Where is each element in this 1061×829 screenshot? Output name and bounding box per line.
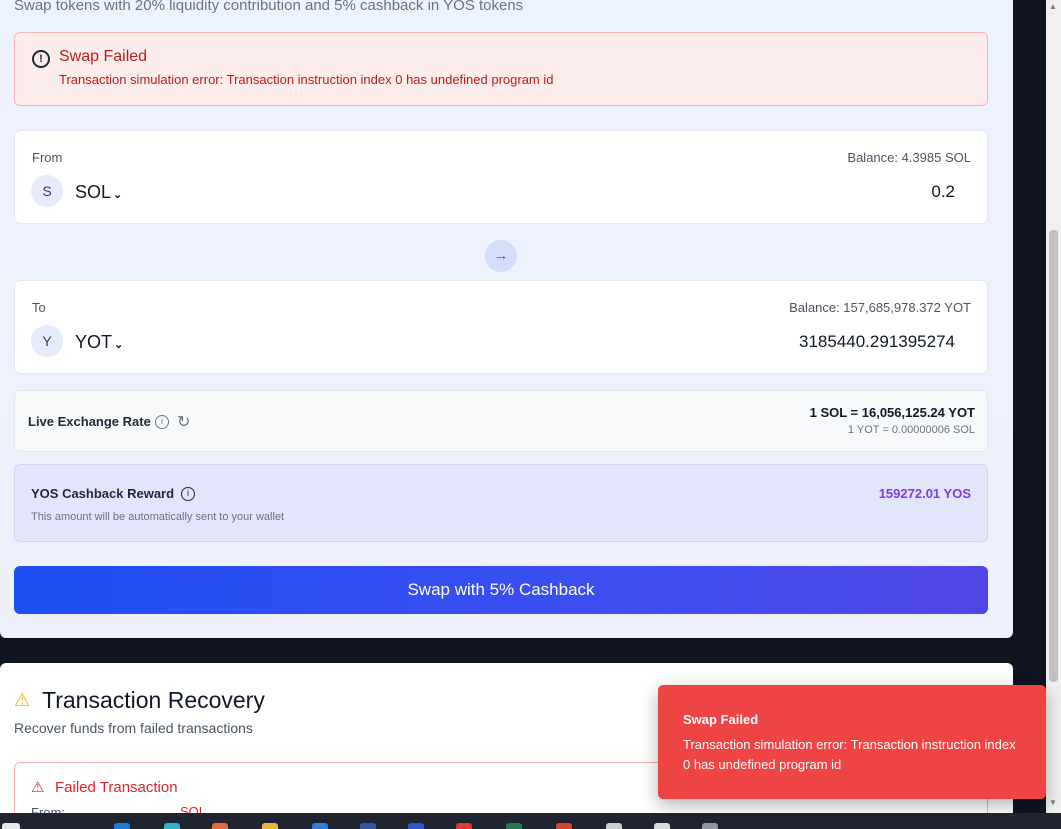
- error-banner: ! Swap Failed Transaction simulation err…: [14, 32, 988, 106]
- page-subtitle: Swap tokens with 20% liquidity contribut…: [14, 0, 524, 14]
- info-icon[interactable]: i: [181, 487, 195, 501]
- to-balance: Balance: 157,685,978.372 YOT: [789, 300, 971, 315]
- alert-circle-icon: !: [32, 50, 50, 68]
- rate-inverse: 1 YOT = 0.00000006 SOL: [847, 424, 975, 436]
- from-amount-input[interactable]: 0.2: [931, 182, 955, 202]
- taskbar-app-icon[interactable]: [262, 823, 278, 829]
- swap-panel: Swap tokens with 20% liquidity contribut…: [0, 0, 1013, 638]
- section-divider: [0, 638, 1013, 663]
- error-toast[interactable]: Swap Failed Transaction simulation error…: [658, 685, 1046, 799]
- from-token-symbol: SOL: [75, 182, 112, 202]
- from-token-select[interactable]: SOL ⌄: [75, 182, 122, 203]
- taskbar-app-icon[interactable]: [606, 823, 622, 829]
- taskbar-app-icon[interactable]: [408, 823, 424, 829]
- taskbar: [0, 813, 1061, 829]
- scroll-down-icon[interactable]: ▼: [1049, 798, 1057, 807]
- toast-message: Transaction simulation error: Transactio…: [683, 737, 1016, 772]
- from-balance: Balance: 4.3985 SOL: [847, 150, 971, 165]
- to-token-symbol: YOT: [75, 332, 113, 352]
- chevron-down-icon: ⌄: [114, 339, 124, 351]
- from-label: From: [32, 150, 63, 165]
- cashback-value: 159272.01 YOS: [878, 486, 971, 501]
- exchange-rate-card: Live Exchange Rate i ↻ 1 SOL = 16,056,12…: [14, 390, 988, 452]
- scrollbar[interactable]: ▲ ▼: [1046, 0, 1061, 813]
- taskbar-app-icon[interactable]: [312, 823, 328, 829]
- from-card: From Balance: 4.3985 SOL S SOL ⌄ 0.2: [14, 130, 988, 224]
- taskbar-app-icon[interactable]: [360, 823, 376, 829]
- taskbar-app-icon[interactable]: [212, 823, 228, 829]
- to-card: To Balance: 157,685,978.372 YOT Y YOT ⌄ 3…: [14, 280, 988, 374]
- scroll-up-icon[interactable]: ▲: [1049, 2, 1057, 11]
- refresh-icon[interactable]: ↻: [177, 412, 190, 432]
- rate-label: Live Exchange Rate: [28, 414, 151, 429]
- taskbar-app-icon[interactable]: [456, 823, 472, 829]
- scrollbar-thumb[interactable]: [1049, 230, 1058, 682]
- failed-transaction-title: Failed Transaction: [55, 779, 178, 796]
- taskbar-app-icon[interactable]: [556, 823, 572, 829]
- recovery-title: Transaction Recovery: [42, 687, 265, 713]
- recovery-subtitle: Recover funds from failed transactions: [14, 720, 253, 736]
- taskbar-app-icon[interactable]: [114, 823, 130, 829]
- cashback-card: YOS Cashback Reward i This amount will b…: [14, 464, 988, 542]
- to-amount-output: 3185440.291395274: [799, 332, 955, 351]
- error-title: Swap Failed: [59, 48, 148, 65]
- taskbar-app-icon[interactable]: [506, 823, 522, 829]
- swap-button[interactable]: Swap with 5% Cashback: [14, 566, 988, 614]
- warning-icon: ⚠: [31, 779, 45, 796]
- taskbar-app-icon[interactable]: [164, 823, 180, 829]
- to-label: To: [32, 300, 46, 315]
- warning-icon: ⚠: [14, 690, 31, 710]
- from-token-avatar: S: [31, 175, 63, 207]
- arrow-right-icon: →: [493, 247, 509, 264]
- cashback-note: This amount will be automatically sent t…: [31, 511, 285, 523]
- taskbar-app-icon[interactable]: [654, 823, 670, 829]
- chevron-down-icon: ⌄: [113, 189, 123, 201]
- swap-direction-button[interactable]: →: [485, 240, 517, 272]
- to-token-select[interactable]: YOT ⌄: [75, 332, 123, 353]
- toast-title: Swap Failed: [683, 712, 759, 727]
- cashback-title: YOS Cashback Reward: [31, 486, 175, 501]
- taskbar-app-icon[interactable]: [2, 823, 20, 829]
- to-token-avatar: Y: [31, 325, 63, 357]
- taskbar-app-icon[interactable]: [702, 823, 718, 829]
- error-message: Transaction simulation error: Transactio…: [59, 72, 554, 87]
- info-icon[interactable]: i: [155, 415, 169, 429]
- rate-main: 1 SOL = 16,056,125.24 YOT: [809, 405, 975, 420]
